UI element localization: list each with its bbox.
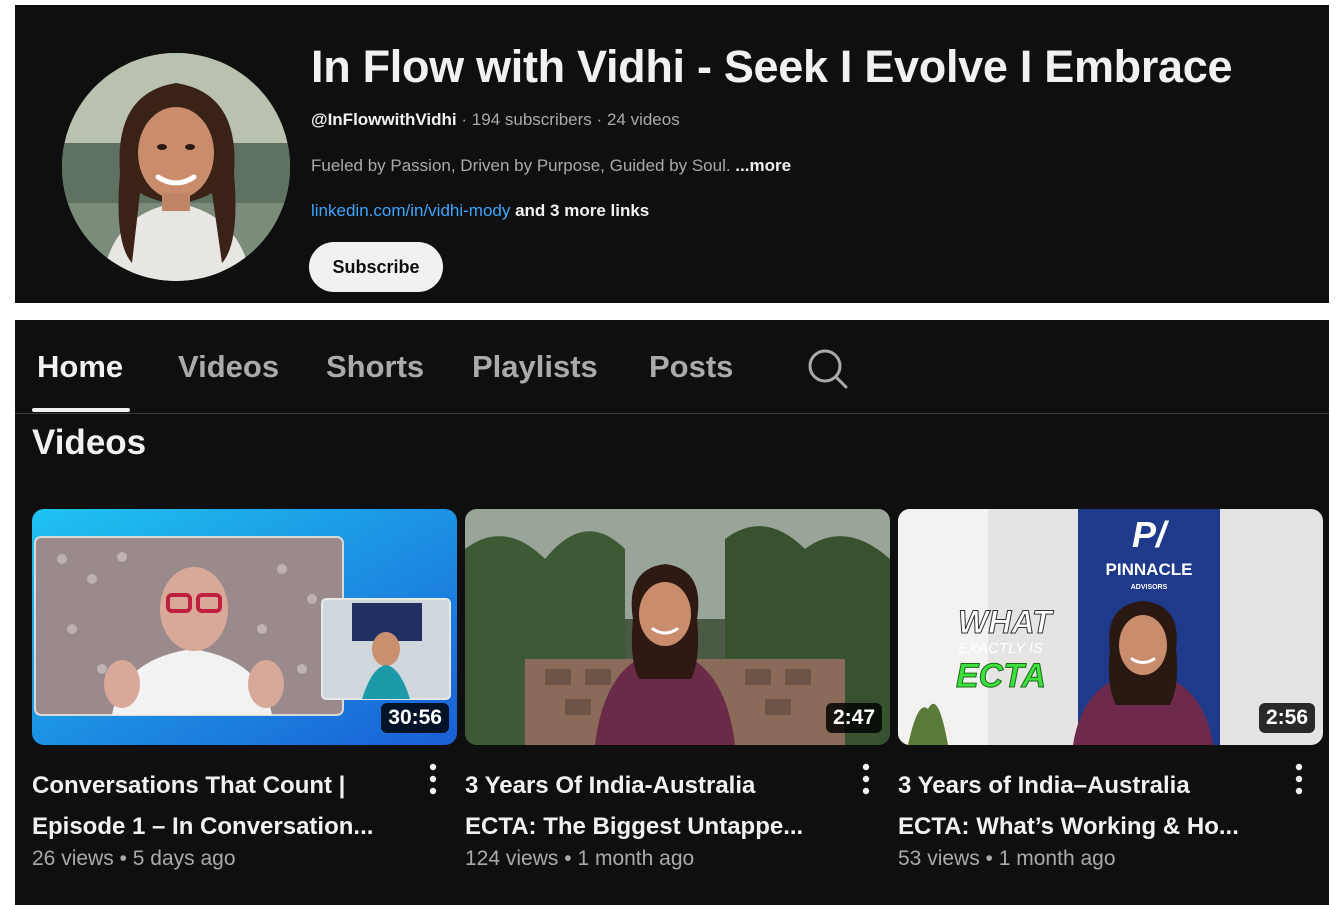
channel-meta: @InFlowwithVidhi · 194 subscribers · 24 … (311, 110, 680, 130)
active-tab-indicator (32, 408, 130, 412)
video-title-line: 3 Years Of India-Australia (465, 772, 756, 799)
channel-avatar[interactable] (62, 53, 290, 281)
more-vert-icon (429, 763, 437, 795)
more-vert-icon (862, 763, 870, 795)
video-title-line: Conversations That Count | (32, 772, 346, 799)
channel-handle[interactable]: @InFlowwithVidhi (311, 110, 457, 129)
channel-links: linkedin.com/in/vidhi-mody and 3 more li… (311, 201, 649, 221)
video-card[interactable]: 2:47 3 Years Of India-Australia ECTA: Th… (465, 509, 890, 870)
video-duration: 30:56 (381, 703, 449, 733)
video-thumbnail[interactable]: P/ PINNACLE ADVISORS WHAT EXACTLY IS ECT… (898, 509, 1323, 745)
video-meta: 26 views • 5 days ago (32, 847, 236, 871)
search-icon (808, 349, 848, 389)
thumb-brand-sub: ADVISORS (1131, 584, 1168, 591)
view-count: 124 views (465, 847, 559, 870)
view-count: 53 views (898, 847, 980, 870)
meta-dot: • (564, 847, 572, 870)
meta-separator: · (461, 110, 468, 129)
video-count: 24 videos (606, 110, 680, 129)
video-options-button[interactable] (1290, 759, 1308, 801)
video-meta: 53 views • 1 month ago (898, 847, 1116, 871)
channel-content: Home Videos Shorts Playlists Posts Video… (15, 320, 1329, 905)
video-duration: 2:56 (1258, 703, 1315, 733)
description-text: Fueled by Passion, Driven by Purpose, Gu… (311, 156, 736, 175)
subscriber-count: 194 subscribers (471, 110, 592, 129)
tab-videos[interactable]: Videos (178, 349, 279, 385)
video-title-line: ECTA: The Biggest Untappe... (465, 813, 804, 840)
more-links-button[interactable]: and 3 more links (510, 201, 649, 220)
pinnacle-logo-mark: P/ (1132, 514, 1170, 555)
channel-header: In Flow with Vidhi - Seek I Evolve I Emb… (15, 5, 1329, 303)
video-title-line: Episode 1 – In Conversation... (32, 813, 374, 840)
video-card[interactable]: 30:56 Conversations That Count | Episode… (32, 509, 457, 870)
video-title[interactable]: 3 Years of India–Australia ECTA: What’s … (898, 765, 1273, 847)
thumb-what: WHAT (958, 604, 1054, 640)
video-duration: 2:47 (825, 703, 882, 733)
upload-age: 1 month ago (998, 847, 1116, 870)
channel-tabs: Home Videos Shorts Playlists Posts (15, 320, 1329, 414)
channel-description[interactable]: Fueled by Passion, Driven by Purpose, Gu… (311, 156, 791, 176)
meta-dot: • (985, 847, 993, 870)
video-meta: 124 views • 1 month ago (465, 847, 694, 871)
tab-shorts[interactable]: Shorts (326, 349, 424, 385)
more-vert-icon (1295, 763, 1303, 795)
description-more-link[interactable]: ...more (735, 156, 791, 175)
section-title: Videos (32, 423, 147, 462)
channel-title: In Flow with Vidhi - Seek I Evolve I Emb… (311, 41, 1233, 92)
channel-search-button[interactable] (803, 342, 851, 394)
video-title[interactable]: 3 Years Of India-Australia ECTA: The Big… (465, 765, 840, 847)
avatar-image (62, 53, 290, 281)
tab-home[interactable]: Home (37, 349, 123, 385)
meta-dot: • (119, 847, 127, 870)
view-count: 26 views (32, 847, 114, 870)
linkedin-link[interactable]: linkedin.com/in/vidhi-mody (311, 201, 510, 220)
thumb-ecta: ECTA (956, 657, 1046, 695)
subscribe-button[interactable]: Subscribe (309, 242, 443, 292)
video-thumbnail[interactable]: 30:56 (32, 509, 457, 745)
video-title[interactable]: Conversations That Count | Episode 1 – I… (32, 765, 407, 847)
thumb-brand: PINNACLE (1106, 560, 1193, 579)
upload-age: 1 month ago (577, 847, 695, 870)
video-card[interactable]: P/ PINNACLE ADVISORS WHAT EXACTLY IS ECT… (898, 509, 1323, 870)
video-title-line: ECTA: What’s Working & Ho... (898, 813, 1239, 840)
tab-posts[interactable]: Posts (649, 349, 733, 385)
video-thumbnail[interactable]: 2:47 (465, 509, 890, 745)
thumb-exactly-is: EXACTLY IS (958, 640, 1043, 657)
video-title-line: 3 Years of India–Australia (898, 772, 1190, 799)
tab-playlists[interactable]: Playlists (472, 349, 598, 385)
video-options-button[interactable] (424, 759, 442, 801)
video-options-button[interactable] (857, 759, 875, 801)
meta-separator: · (596, 110, 603, 129)
upload-age: 5 days ago (132, 847, 236, 870)
